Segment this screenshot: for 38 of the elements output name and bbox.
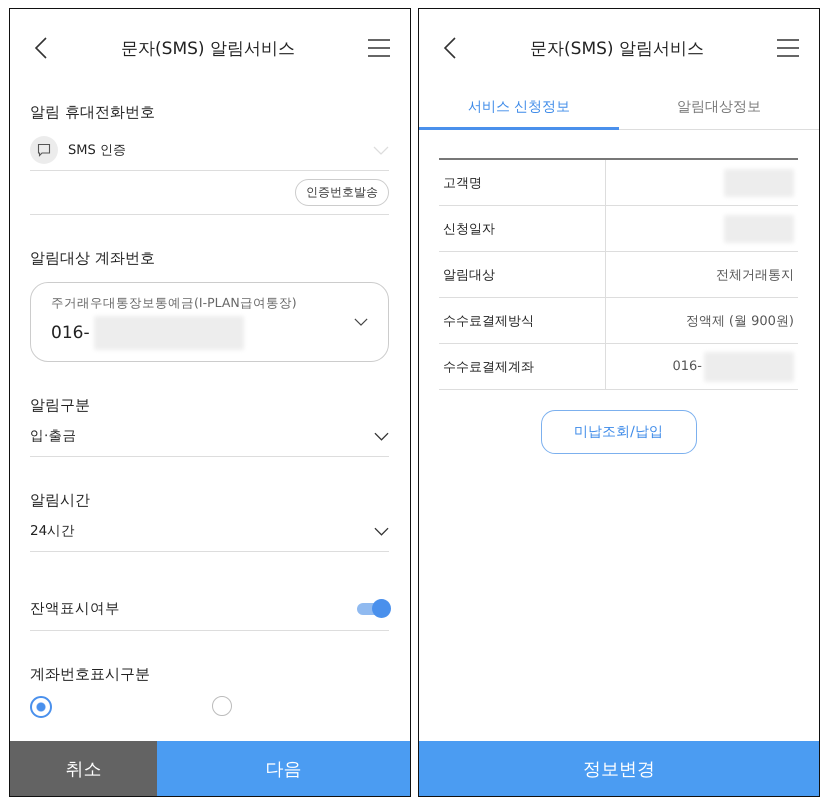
screen-title: 문자(SMS) 알림서비스 (530, 38, 704, 60)
chevron-down-icon (354, 318, 368, 326)
table-cell: 알림대상 (439, 252, 606, 297)
table-cell: 수수료결제방식 (439, 298, 606, 343)
account-name: 주거래우대통장보통예금(I-PLAN급여통장) (51, 294, 298, 312)
radio-button[interactable] (212, 696, 232, 716)
account-select[interactable]: 주거래우대통장보통예금(I-PLAN급여통장) 016- (30, 282, 389, 362)
chevron-down-icon (373, 146, 389, 154)
menu-icon[interactable] (776, 39, 799, 57)
section-label: 알림대상 계좌번호 (30, 249, 156, 268)
tab[interactable]: 서비스 신청정보 (419, 87, 619, 130)
chevron-down-icon (374, 526, 389, 536)
account-number: 016- (51, 322, 90, 342)
section-label: 알림구분 (30, 396, 91, 415)
screen-title: 문자(SMS) 알림서비스 (121, 38, 295, 60)
tab[interactable]: 알림대상정보 (619, 87, 819, 130)
chat-bubble-icon (30, 136, 58, 164)
radio-button[interactable] (30, 696, 52, 718)
toggle-label: 잔액표시여부 (30, 600, 120, 618)
dropdown-field[interactable]: 입·출금 (30, 427, 389, 457)
menu-icon[interactable] (368, 39, 390, 57)
dropdown-field[interactable]: 24시간 (30, 522, 389, 552)
table-cell: 신청일자 (439, 206, 606, 251)
table-cell: 고객명 (439, 160, 606, 205)
section-label: 계좌번호표시구분 (30, 665, 151, 684)
table-cell-text: 정액제 (월 900원) (686, 312, 794, 330)
section-label: 알림시간 (30, 491, 91, 510)
chevron-down-icon (374, 432, 389, 440)
section-label: 알림 휴대전화번호 (30, 103, 156, 122)
sms-method-select[interactable]: SMS 인증 (30, 136, 389, 171)
send-code-button[interactable]: 인증번호발송 (295, 179, 389, 206)
cancel-button[interactable]: 취소 (10, 741, 157, 796)
table-cell-text: 전체거래통지 (716, 266, 794, 284)
table-cell: 수수료결제계좌 (439, 344, 606, 389)
back-icon[interactable] (443, 36, 457, 60)
back-icon[interactable] (34, 36, 48, 60)
table-cell: 016- (672, 359, 702, 374)
unpaid-inquiry-button[interactable]: 미납조회/납입 (540, 410, 696, 454)
